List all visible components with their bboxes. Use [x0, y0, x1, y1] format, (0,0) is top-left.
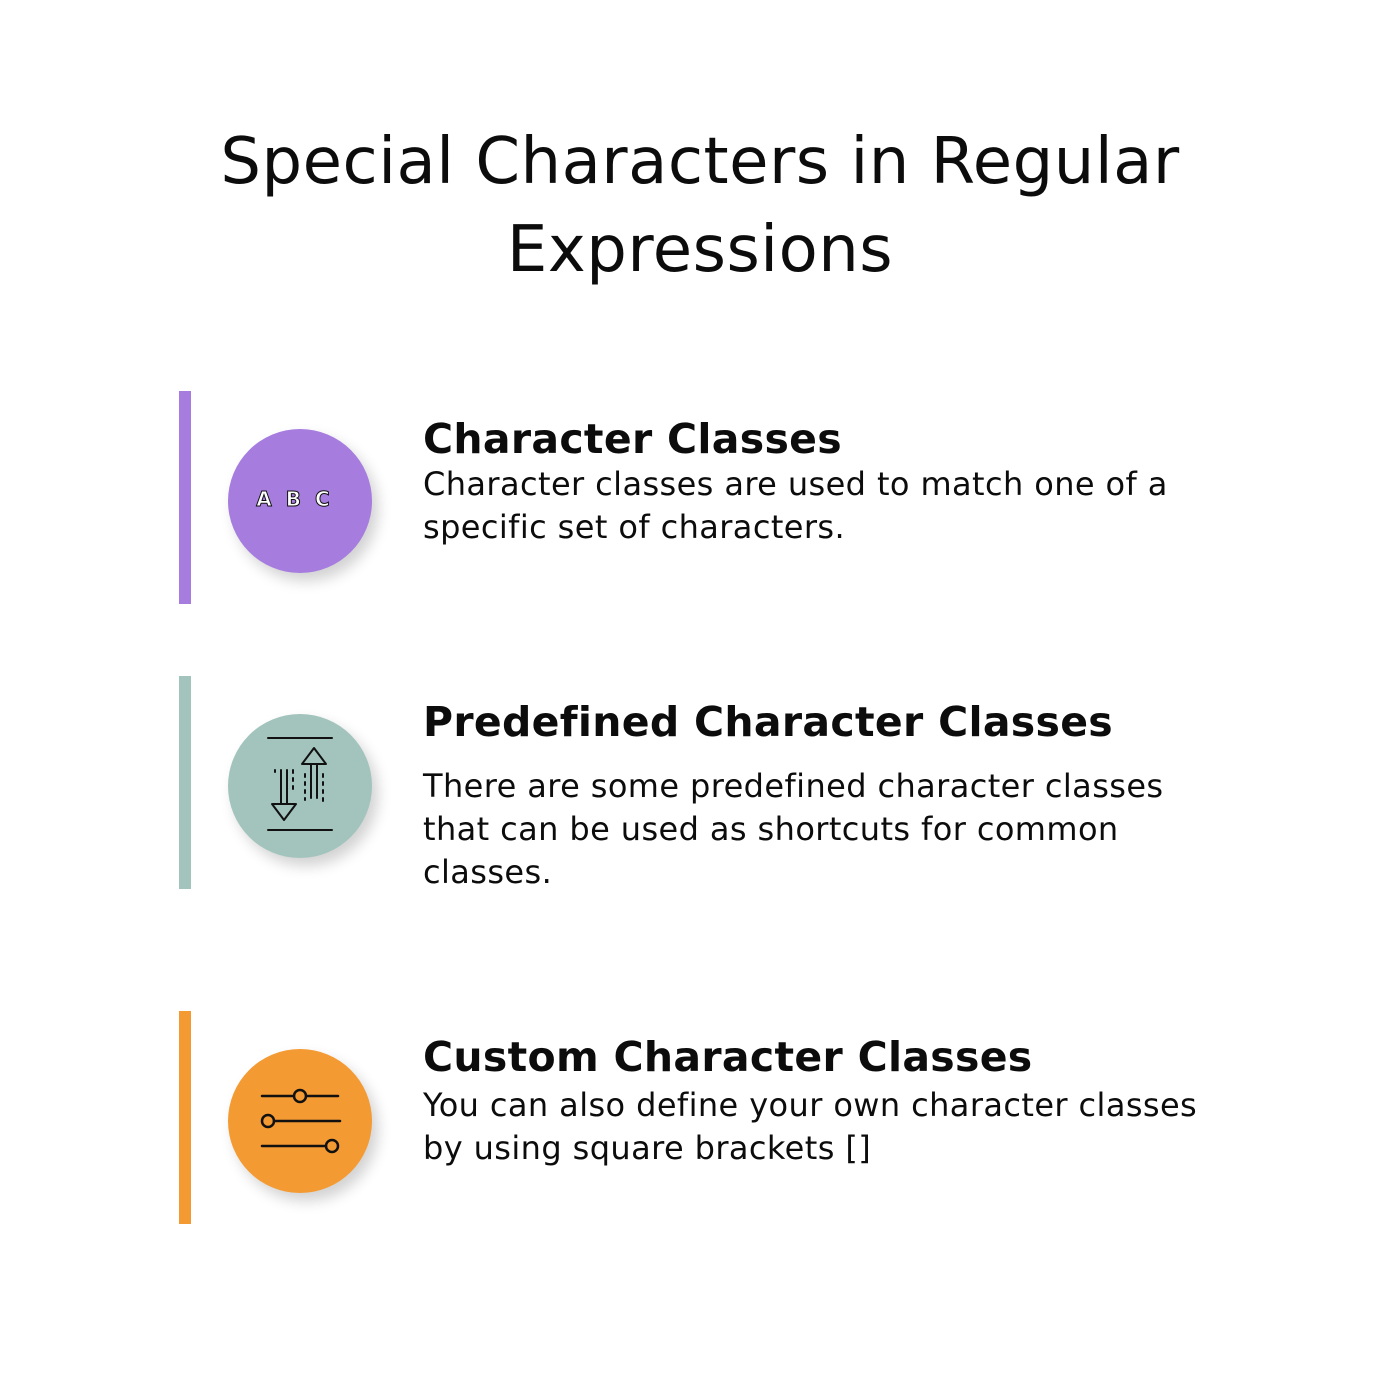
svg-text:ABC: ABC: [256, 487, 343, 511]
abc-letters-icon: ABC: [228, 429, 372, 573]
section-character-classes: ABC Character Classes Character classes …: [0, 391, 1400, 604]
section-predefined-character-classes: Predefined Character Classes There are s…: [0, 676, 1400, 891]
sliders-icon: [228, 1049, 372, 1193]
section-text: There are some predefined character clas…: [423, 767, 1164, 891]
sort-arrows-icon: [228, 714, 372, 858]
section-heading: Character Classes: [423, 415, 842, 463]
section-heading: Predefined Character Classes: [423, 698, 1114, 746]
section-custom-character-classes: Custom Character Classes You can also de…: [0, 1011, 1400, 1224]
section-text: You can also define your own character c…: [423, 1086, 1198, 1167]
accent-bar: [179, 1011, 191, 1224]
accent-bar: [179, 676, 191, 889]
page-title: Special Characters in Regular Expressions: [220, 125, 1180, 287]
accent-bar: [179, 391, 191, 604]
section-text: Character classes are used to match one …: [423, 465, 1168, 546]
section-heading: Custom Character Classes: [423, 1033, 1033, 1081]
